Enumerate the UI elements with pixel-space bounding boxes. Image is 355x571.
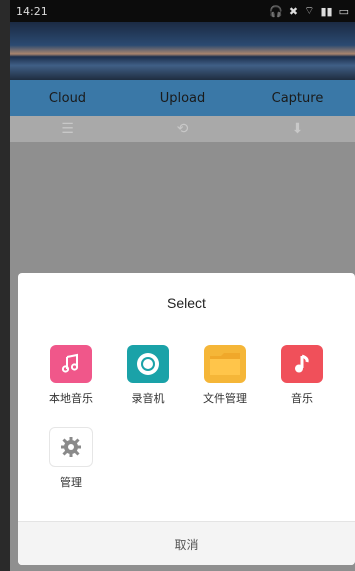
app-manager[interactable]: 管理 xyxy=(36,427,106,490)
loop-icon[interactable]: ⟲ xyxy=(126,121,240,137)
record-icon xyxy=(127,345,169,383)
tab-icon-row: ☰ ⟲ ⬇ xyxy=(10,116,355,142)
signal-icon: ▮▮ xyxy=(320,4,333,18)
app-label: 文件管理 xyxy=(203,392,247,405)
app-label: 录音机 xyxy=(131,392,165,405)
music-note-icon xyxy=(50,345,92,383)
tab-capture[interactable]: Capture xyxy=(241,91,355,106)
header-banner-image xyxy=(10,22,355,80)
left-edge xyxy=(0,0,10,571)
status-bar: 14:21 🎧 ✖ ⌔ ▮▮ ▭ xyxy=(10,0,355,22)
tab-cloud[interactable]: Cloud xyxy=(11,91,125,106)
tab-bar: Cloud Upload Capture xyxy=(10,80,355,116)
wifi-icon: ⌔ xyxy=(304,4,315,17)
app-music[interactable]: 音乐 xyxy=(267,345,337,406)
app-local-music[interactable]: 本地音乐 xyxy=(36,345,106,406)
app-file-manager[interactable]: 文件管理 xyxy=(190,345,260,406)
app-label: 管理 xyxy=(60,476,82,489)
battery-icon: ▭ xyxy=(338,4,349,18)
cancel-label: 取消 xyxy=(174,537,199,552)
music-icon xyxy=(281,345,323,383)
dialog-title: Select xyxy=(167,295,206,311)
status-icons: 🎧 ✖ ⌔ ▮▮ ▭ xyxy=(269,4,349,18)
download-icon[interactable]: ⬇ xyxy=(241,121,355,137)
mute-icon: ✖ xyxy=(288,4,299,18)
gear-icon xyxy=(49,427,93,467)
tab-upload[interactable]: Upload xyxy=(126,91,240,106)
folder-icon xyxy=(204,345,246,383)
phone-screen: 14:21 🎧 ✖ ⌔ ▮▮ ▭ Cloud Upload Capture ☰ … xyxy=(10,0,355,571)
app-label: 音乐 xyxy=(291,392,313,405)
headphone-icon: 🎧 xyxy=(269,4,283,18)
app-recorder[interactable]: 录音机 xyxy=(113,345,183,406)
status-time: 14:21 xyxy=(16,4,48,18)
cancel-button[interactable]: 取消 xyxy=(18,521,355,565)
select-dialog: Select 本地音乐 录音机 文件管理 音乐 管理 取消 xyxy=(18,273,355,565)
list-icon[interactable]: ☰ xyxy=(11,121,125,137)
app-label: 本地音乐 xyxy=(49,392,93,405)
